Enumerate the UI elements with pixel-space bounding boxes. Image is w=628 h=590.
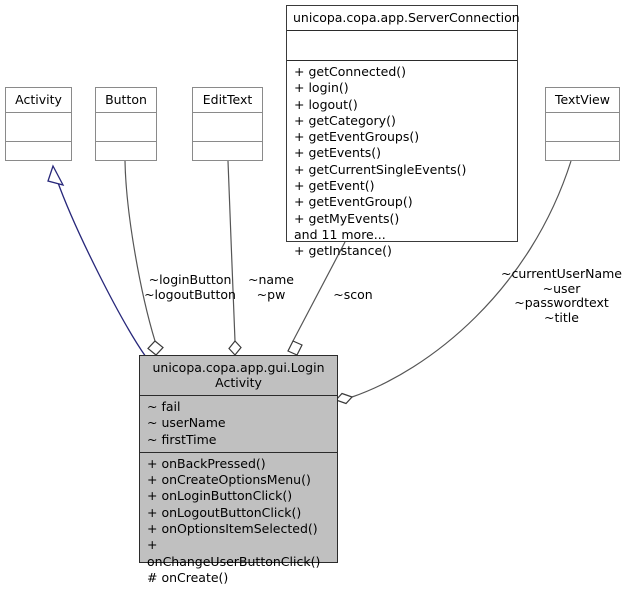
class-box-textview[interactable]: TextView: [545, 87, 620, 161]
class-box-activity[interactable]: Activity: [5, 87, 72, 161]
aggregation-diamond-textview: [334, 392, 354, 405]
class-operations-button: [96, 142, 156, 170]
class-name-textview: TextView: [555, 92, 610, 107]
edge-label-serverconnection-aggregation: ~scon: [333, 287, 373, 302]
class-operations-edittext: [193, 142, 262, 170]
edge-loginactivity-to-button: [124, 160, 164, 356]
class-name-edittext: EditText: [202, 92, 253, 107]
class-operations-activity: [6, 142, 71, 170]
class-box-loginactivity[interactable]: unicopa.copa.app.gui.Login Activity ~ fa…: [139, 355, 338, 585]
aggregation-diamond-serverconnection: [287, 340, 303, 356]
class-box-button[interactable]: Button: [95, 87, 157, 161]
edge-label-textview-aggregation: ~currentUserName ~user ~passwordtext ~ti…: [501, 266, 622, 325]
class-attributes-textview: [546, 113, 619, 141]
class-attributes-activity: [6, 113, 71, 141]
class-box-edittext[interactable]: EditText: [192, 87, 263, 161]
class-operations-textview: [546, 142, 619, 170]
uml-class-diagram: Activity Button EditText TextView unicop…: [0, 0, 628, 585]
edge-label-edittext-aggregation: ~name ~pw: [248, 272, 294, 302]
class-attributes-edittext: [193, 113, 262, 141]
class-attributes-serverconnection: [287, 31, 517, 60]
class-name-serverconnection: unicopa.copa.app.ServerConnection: [293, 10, 520, 25]
class-attributes-button: [96, 113, 156, 141]
class-box-serverconnection[interactable]: unicopa.copa.app.ServerConnection + getC…: [286, 5, 520, 258]
edge-label-button-aggregation: ~loginButton ~logoutButton: [144, 272, 236, 302]
class-name-loginactivity: unicopa.copa.app.gui.Login Activity: [152, 360, 325, 390]
class-name-activity: Activity: [15, 92, 62, 107]
class-name-button: Button: [105, 92, 147, 107]
class-attributes-loginactivity: ~ fail ~ userName ~ firstTime: [147, 399, 226, 447]
edge-loginactivity-to-edittext: [227, 160, 242, 356]
class-operations-serverconnection: + getConnected() + login() + logout() + …: [294, 64, 467, 259]
edge-loginactivity-to-activity: [47, 164, 147, 358]
class-operations-loginactivity: + onBackPressed() + onCreateOptionsMenu(…: [147, 455, 321, 585]
aggregation-diamond-edittext: [228, 340, 242, 356]
aggregation-diamond-button: [147, 340, 164, 356]
